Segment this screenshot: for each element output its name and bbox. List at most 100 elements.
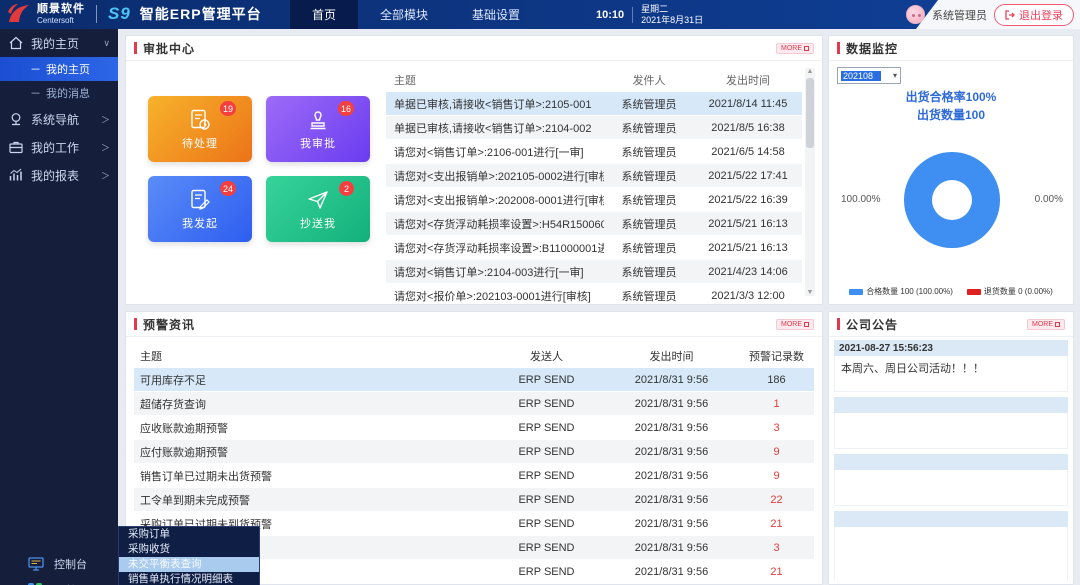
cc-badge: 2 xyxy=(339,181,354,196)
table-row[interactable]: 请您对<报价单>:202103-0001进行[审核]系统管理员2021/3/3 … xyxy=(386,284,802,307)
approval-center-panel: 审批中心 MORE 19 待处理 16 xyxy=(125,35,823,305)
doc-clock-icon xyxy=(188,108,212,132)
legend-swatch-return xyxy=(967,289,981,295)
approval-more-button[interactable]: MORE xyxy=(776,43,814,54)
sidebar-item-my-home[interactable]: 我的主页 ∨ xyxy=(0,29,118,57)
approval-table-header: 主题 发件人 发出时间 xyxy=(386,68,802,91)
chevron-down-icon: ▾ xyxy=(893,71,897,80)
table-row[interactable]: 请您对<销售订单>:2104-003进行[一审]系统管理员2021/4/23 1… xyxy=(386,260,802,283)
date-label: 2021年8月31日 xyxy=(641,15,703,26)
donut-chart xyxy=(904,152,1000,248)
top-bar: 顺景软件 Centersoft S9 智能ERP管理平台 首页 全部模块 基础设… xyxy=(0,0,1080,29)
sidebar-item-label: 我的工作 xyxy=(31,139,101,156)
menu-item-sales-exec-report[interactable]: 销售单执行情况明细表 xyxy=(119,572,259,585)
sidebar-subitem-my-messages[interactable]: － 我的消息 xyxy=(0,81,118,105)
logout-button[interactable]: 退出登录 xyxy=(994,4,1074,26)
sidebar-item-my-reports[interactable]: 我的报表 ＞ xyxy=(0,161,118,189)
announcement-time[interactable]: 2021-08-27 15:56:23 xyxy=(834,340,1068,356)
nav-tab-basic-settings[interactable]: 基础设置 xyxy=(450,0,542,29)
table-row[interactable]: 请您对<支出报销单>:202008-0001进行[审核]系统管理员2021/5/… xyxy=(386,188,802,211)
table-row[interactable]: 应收账款逾期预警ERP SEND2021/8/31 9:563 xyxy=(134,416,814,439)
menu-item-purchase-order[interactable]: 采购订单 xyxy=(119,527,259,542)
chevron-right-icon: ＞ xyxy=(101,169,110,182)
main-content: 审批中心 MORE 19 待处理 16 xyxy=(118,29,1080,585)
table-row[interactable]: 请您对<存货浮动耗损率设置>:B11000001进行[审核]系统管理员2021/… xyxy=(386,236,802,259)
user-avatar[interactable] xyxy=(906,5,925,24)
time-label: 10:10 xyxy=(596,9,624,21)
pending-badge: 19 xyxy=(220,101,236,116)
sidebar-item-label: 系统导航 xyxy=(31,111,101,128)
period-select[interactable]: 202108 ▾ xyxy=(837,67,901,84)
announcement-body[interactable] xyxy=(834,413,1068,449)
approval-cards: 19 待处理 16 我审批 xyxy=(148,96,376,242)
alerts-table-header: 主题 发送人 发出时间 预警记录数 xyxy=(134,344,814,367)
approval-scrollbar[interactable]: ▲▼ xyxy=(805,68,815,296)
table-row[interactable]: 请您对<支出报销单>:202105-0002进行[审核]系统管理员2021/5/… xyxy=(386,164,802,187)
sidebar-item-system-nav[interactable]: 系统导航 ＞ xyxy=(0,105,118,133)
console-label: 控制台 xyxy=(54,556,87,572)
panel-title: 审批中心 xyxy=(143,40,195,57)
product-logo: S9 xyxy=(108,4,131,24)
user-area: 系统管理员 退出登录 xyxy=(906,0,1074,29)
table-row[interactable]: 超储存货查询ERP SEND2021/8/31 9:561 xyxy=(134,392,814,415)
my-approvals-card[interactable]: 16 我审批 xyxy=(266,96,370,162)
sidebar: 我的主页 ∨ － 我的主页 － 我的消息 系统导航 ＞ 我的工作 ＞ xyxy=(0,29,118,585)
chart-icon xyxy=(8,167,24,183)
menu-item-balance-query[interactable]: 未交平衡表查询 xyxy=(119,557,259,572)
sidebar-item-label: 我的报表 xyxy=(31,167,101,184)
chart-legend: 合格数量 100 (100.00%) 退货数量 0 (0.00%) xyxy=(829,286,1073,297)
nav-tab-all-modules[interactable]: 全部模块 xyxy=(358,0,450,29)
chevron-down-icon: ∨ xyxy=(103,38,110,49)
cc-label: 抄送我 xyxy=(300,215,336,231)
announcement-body[interactable] xyxy=(834,527,1068,580)
chevron-right-icon: ＞ xyxy=(101,141,110,154)
announcement-body[interactable] xyxy=(834,470,1068,506)
panel-accent xyxy=(134,318,137,330)
pending-card[interactable]: 19 待处理 xyxy=(148,96,252,162)
pass-rate-text: 出货合格率100% xyxy=(829,88,1073,105)
announcement-list: 2021-08-27 15:56:23 本周六、周日公司活动！！！ xyxy=(834,340,1068,580)
table-row[interactable]: 请您对<存货浮动耗损率设置>:H54R15006002进行[审核]系统管理员20… xyxy=(386,212,802,235)
table-row[interactable]: 工令单到期未完成预警ERP SEND2021/8/31 9:5622 xyxy=(134,488,814,511)
console-button[interactable]: 控制台 xyxy=(0,553,118,575)
table-row[interactable]: 应付账款逾期预警ERP SEND2021/8/31 9:569 xyxy=(134,440,814,463)
start-button[interactable]: 开 始 xyxy=(0,579,118,585)
table-row[interactable]: 销售订单已过期未出货预警ERP SEND2021/8/31 9:569 xyxy=(134,464,814,487)
announcements-more-button[interactable]: MORE xyxy=(1027,319,1065,330)
table-row[interactable]: 单据已审核,请接收<销售订单>:2105-001系统管理员2021/8/14 1… xyxy=(386,92,802,115)
donut-label-right: 0.00% xyxy=(1035,194,1063,205)
table-row[interactable]: 可用库存不足ERP SEND2021/8/31 9:56186 xyxy=(134,368,814,391)
pending-label: 待处理 xyxy=(182,135,218,151)
panel-accent xyxy=(837,42,840,54)
announcement-time[interactable] xyxy=(834,454,1068,470)
initiated-label: 我发起 xyxy=(182,215,218,231)
sidebar-item-my-work[interactable]: 我的工作 ＞ xyxy=(0,133,118,161)
home-icon xyxy=(8,35,24,51)
logout-icon xyxy=(1005,10,1015,20)
doc-pencil-icon xyxy=(188,188,212,212)
table-row[interactable]: 单据已审核,请接收<销售订单>:2104-002系统管理员2021/8/5 16… xyxy=(386,116,802,139)
announcements-panel: 公司公告 MORE 2021-08-27 15:56:23 本周六、周日公司活动… xyxy=(828,311,1074,585)
announcement-time[interactable] xyxy=(834,511,1068,527)
chevron-right-icon: ＞ xyxy=(101,113,110,126)
company-name-en: Centersoft xyxy=(37,17,85,25)
my-approvals-badge: 16 xyxy=(338,101,354,116)
announcement-time[interactable] xyxy=(834,397,1068,413)
table-row[interactable]: 请您对<销售订单>:2106-001进行[一审]系统管理员2021/6/5 14… xyxy=(386,140,802,163)
briefcase-icon xyxy=(8,139,24,155)
panel-title: 公司公告 xyxy=(846,316,898,333)
location-pin-icon xyxy=(8,111,24,127)
legend-pass-label: 合格数量 100 (100.00%) xyxy=(866,286,953,297)
approval-table: 主题 发件人 发出时间 单据已审核,请接收<销售订单>:2105-001系统管理… xyxy=(386,68,802,296)
alerts-more-button[interactable]: MORE xyxy=(776,319,814,330)
company-logo-icon xyxy=(6,2,32,26)
panel-title: 数据监控 xyxy=(846,40,898,57)
menu-item-purchase-receipt[interactable]: 采购收货 xyxy=(119,542,259,557)
initiated-by-me-card[interactable]: 24 我发起 xyxy=(148,176,252,242)
sidebar-subitem-my-home[interactable]: － 我的主页 xyxy=(0,57,118,81)
cc-to-me-card[interactable]: 2 抄送我 xyxy=(266,176,370,242)
initiated-badge: 24 xyxy=(220,181,236,196)
nav-tab-home[interactable]: 首页 xyxy=(290,0,358,29)
announcement-body[interactable]: 本周六、周日公司活动！！！ xyxy=(834,356,1068,392)
erp-dashboard: 顺景软件 Centersoft S9 智能ERP管理平台 首页 全部模块 基础设… xyxy=(0,0,1080,585)
